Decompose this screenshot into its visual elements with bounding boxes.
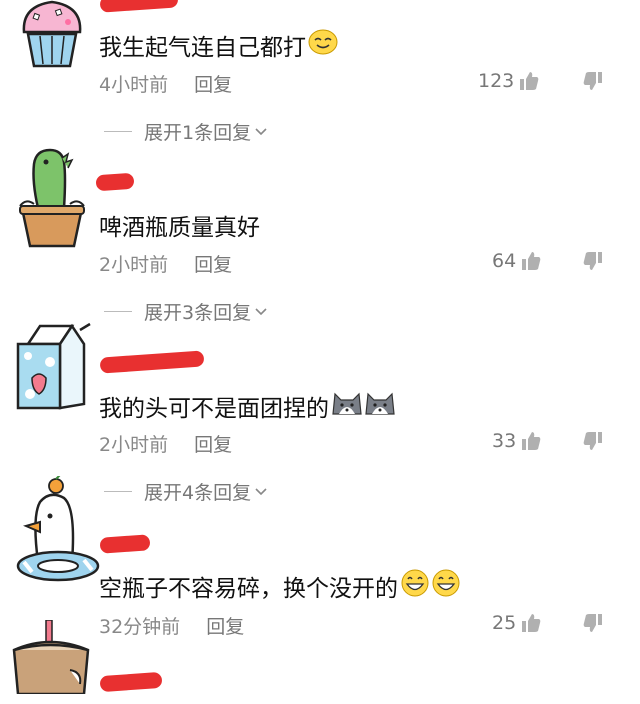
divider: [104, 131, 132, 132]
comment-text: 我生起气连自己都打: [99, 28, 338, 62]
redacted-username[interactable]: [99, 534, 151, 554]
chevron-down-icon: [255, 127, 267, 135]
timestamp: 2小时前: [99, 254, 169, 276]
timestamp: 2小时前: [99, 434, 169, 456]
chevron-down-icon: [255, 307, 267, 315]
avatar[interactable]: [10, 322, 94, 410]
dislike-button[interactable]: [582, 250, 604, 276]
husky-face-icon: [331, 388, 395, 424]
like-count: 33: [492, 430, 517, 452]
timestamp: 4小时前: [99, 74, 169, 96]
thumbs-down-icon: [583, 432, 602, 450]
avatar[interactable]: [10, 474, 100, 582]
like-count: 25: [492, 612, 517, 634]
comment-text: 空瓶子不容易碎，换个没开的: [99, 568, 462, 604]
comment-meta: 4小时前 回复: [99, 70, 232, 97]
thumbs-down-icon: [583, 252, 602, 270]
comment-text: 啤酒瓶质量真好: [99, 215, 260, 241]
reply-button[interactable]: 回复: [194, 254, 232, 276]
like-count: 64: [492, 250, 517, 272]
avatar[interactable]: [10, 619, 94, 704]
like-button[interactable]: 33: [492, 430, 542, 452]
like-button[interactable]: 123: [478, 70, 540, 92]
reply-button[interactable]: 回复: [194, 434, 232, 456]
dislike-button[interactable]: [582, 70, 604, 96]
dislike-button[interactable]: [582, 612, 604, 638]
avatar[interactable]: [10, 142, 94, 248]
thumbs-down-icon: [583, 72, 602, 90]
duck-float-avatar-icon: [16, 474, 100, 582]
timestamp: 32分钟前: [99, 616, 181, 638]
chevron-down-icon: [255, 487, 267, 495]
smiling-face-icon: [308, 28, 338, 62]
reply-button[interactable]: 回复: [194, 74, 232, 96]
redacted-username[interactable]: [99, 350, 205, 374]
dinosaur-cactus-avatar-icon: [19, 148, 85, 248]
comment-meta: 32分钟前 回复: [99, 612, 244, 639]
redacted-username[interactable]: [99, 671, 163, 693]
redacted-username[interactable]: [99, 0, 179, 13]
grinning-face-icon: [400, 568, 462, 604]
bubble-tea-avatar-icon: [12, 619, 90, 696]
divider: [104, 311, 132, 312]
thumbs-up-icon: [522, 614, 541, 632]
comment-meta: 2小时前 回复: [99, 250, 232, 277]
milk-carton-avatar-icon: [16, 322, 91, 410]
divider: [104, 491, 132, 492]
like-count: 123: [478, 70, 515, 92]
thumbs-up-icon: [522, 252, 541, 270]
expand-replies-button[interactable]: 展开4条回复: [104, 478, 268, 505]
redacted-username[interactable]: [95, 172, 135, 192]
comment-meta: 2小时前 回复: [99, 430, 232, 457]
like-button[interactable]: 25: [492, 612, 542, 634]
cupcake-avatar-icon: [22, 0, 82, 68]
dislike-button[interactable]: [582, 430, 604, 456]
avatar[interactable]: [10, 0, 94, 76]
comment-text: 我的头可不是面团捏的: [99, 388, 395, 424]
reply-button[interactable]: 回复: [206, 616, 244, 638]
thumbs-down-icon: [583, 614, 602, 632]
expand-replies-button[interactable]: 展开3条回复: [104, 298, 268, 325]
like-button[interactable]: 64: [492, 250, 542, 272]
expand-replies-button[interactable]: 展开1条回复: [104, 118, 268, 145]
thumbs-up-icon: [520, 72, 539, 90]
thumbs-up-icon: [522, 432, 541, 450]
